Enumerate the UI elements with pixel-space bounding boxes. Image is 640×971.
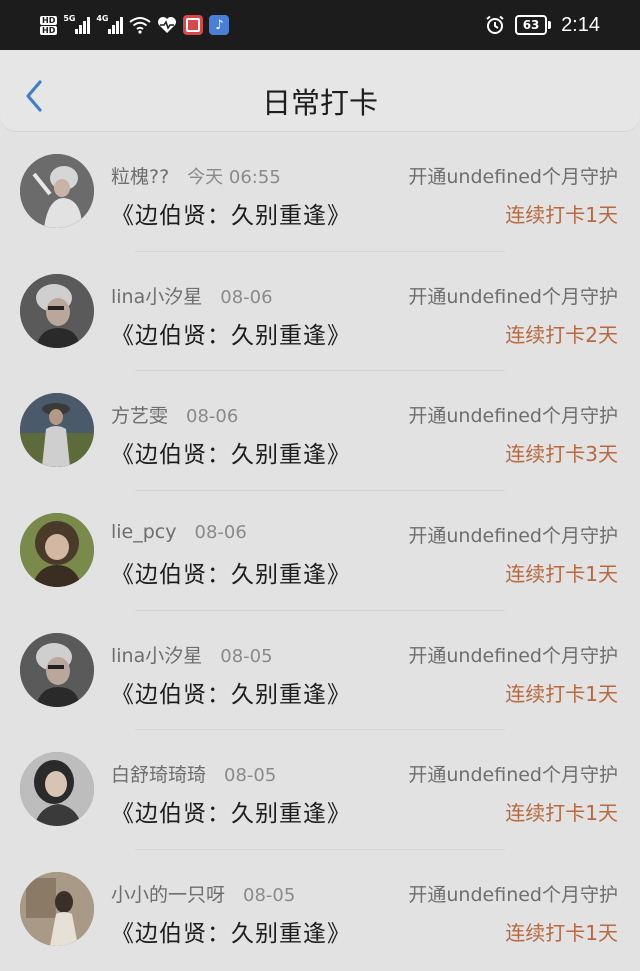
signal-5g-icon: 5G	[63, 14, 91, 34]
streak-text: 连续打卡1天	[505, 203, 618, 227]
user-name[interactable]: 白舒琦琦琦	[111, 760, 206, 787]
health-heart-icon	[158, 17, 177, 33]
list-item[interactable]: lina小汐星 08-06 《边伯贤：久别重逢》 开通undefined个月守护…	[0, 252, 640, 372]
guard-text: 开通undefined个月守护	[408, 166, 618, 188]
list-item[interactable]: 白舒琦琦琦 08-05 《边伯贤：久别重逢》 开通undefined个月守护 连…	[0, 730, 640, 851]
status-bar-left: HD HD 5G 4G ♪	[40, 14, 230, 35]
avatar[interactable]	[20, 393, 94, 468]
checkin-time: 08-05	[224, 765, 277, 787]
guard-text: 开通undefined个月守护	[408, 405, 618, 428]
guard-text: 开通undefined个月守护	[408, 525, 618, 548]
user-name[interactable]: lina小汐星	[111, 282, 202, 309]
hd-tag-top: HD	[40, 15, 58, 25]
music-app-icon: ♪	[209, 15, 230, 35]
hd-tag-bottom: HD	[40, 25, 58, 35]
avatar[interactable]	[20, 752, 94, 827]
book-title[interactable]: 《边伯贤：久别重逢》	[111, 794, 351, 828]
user-name[interactable]: 小小的一只呀	[111, 880, 225, 907]
list-item[interactable]: 小小的一只呀 08-05 《边伯贤：久别重逢》 开通undefined个月守护 …	[0, 850, 640, 970]
status-time: 2:14	[561, 13, 600, 36]
checkin-time: 08-06	[186, 406, 239, 428]
battery-level: 63	[515, 15, 548, 35]
notes-app-icon	[183, 15, 204, 35]
guard-text: 开通undefined个月守护	[408, 764, 618, 787]
list-item[interactable]: lie_pcy 08-06 《边伯贤：久别重逢》 开通undefined个月守护…	[0, 491, 640, 611]
guard-text: 开通undefined个月守护	[408, 644, 618, 667]
book-title[interactable]: 《边伯贤：久别重逢》	[111, 316, 351, 350]
checkin-time: 今天 06:55	[187, 167, 281, 188]
streak-text: 连续打卡1天	[505, 681, 618, 706]
book-title[interactable]: 《边伯贤：久别重逢》	[111, 675, 351, 709]
book-title[interactable]: 《边伯贤：久别重逢》	[111, 196, 351, 230]
book-title[interactable]: 《边伯贤：久别重逢》	[111, 914, 351, 948]
streak-text: 连续打卡1天	[505, 562, 618, 587]
status-bar: HD HD 5G 4G ♪ 63 2:14	[0, 0, 640, 50]
wifi-icon	[129, 17, 151, 34]
list-item[interactable]: 粒槐?? 今天 06:55 《边伯贤：久别重逢》 开通undefined个月守护…	[0, 132, 640, 252]
user-name[interactable]: lina小汐星	[111, 641, 202, 668]
streak-text: 连续打卡1天	[505, 921, 618, 946]
user-name[interactable]: 粒槐??	[111, 162, 169, 189]
avatar[interactable]	[20, 154, 94, 228]
book-title[interactable]: 《边伯贤：久别重逢》	[111, 435, 351, 469]
checkin-time: 08-06	[194, 522, 247, 544]
streak-text: 连续打卡1天	[505, 801, 618, 826]
user-name[interactable]: lie_pcy	[111, 521, 177, 543]
hd-indicator: HD HD	[40, 15, 58, 35]
list-item[interactable]: lina小汐星 08-05 《边伯贤：久别重逢》 开通undefined个月守护…	[0, 611, 640, 731]
streak-text: 连续打卡2天	[505, 322, 618, 347]
list-item[interactable]: 方艺雯 08-06 《边伯贤：久别重逢》 开通undefined个月守护 连续打…	[0, 371, 640, 492]
checkin-list: 粒槐?? 今天 06:55 《边伯贤：久别重逢》 开通undefined个月守护…	[0, 132, 640, 970]
alarm-icon	[486, 15, 504, 34]
checkin-time: 08-05	[220, 645, 273, 667]
status-bar-right: 63 2:14	[485, 14, 600, 37]
signal-4g-icon: 4G	[96, 14, 124, 34]
checkin-time: 08-06	[220, 286, 273, 308]
avatar[interactable]	[20, 513, 94, 588]
page-title: 日常打卡	[261, 86, 378, 120]
guard-text: 开通undefined个月守护	[408, 285, 618, 308]
user-name[interactable]: 方艺雯	[111, 401, 168, 428]
book-title[interactable]: 《边伯贤：久别重逢》	[111, 555, 351, 589]
page-header: 日常打卡	[0, 50, 640, 132]
battery-icon: 63	[515, 15, 552, 35]
guard-text: 开通undefined个月守护	[408, 884, 618, 907]
avatar[interactable]	[20, 632, 94, 707]
avatar[interactable]	[20, 872, 94, 947]
streak-text: 连续打卡3天	[505, 442, 618, 467]
checkin-time: 08-05	[243, 885, 296, 907]
avatar[interactable]	[20, 273, 94, 348]
